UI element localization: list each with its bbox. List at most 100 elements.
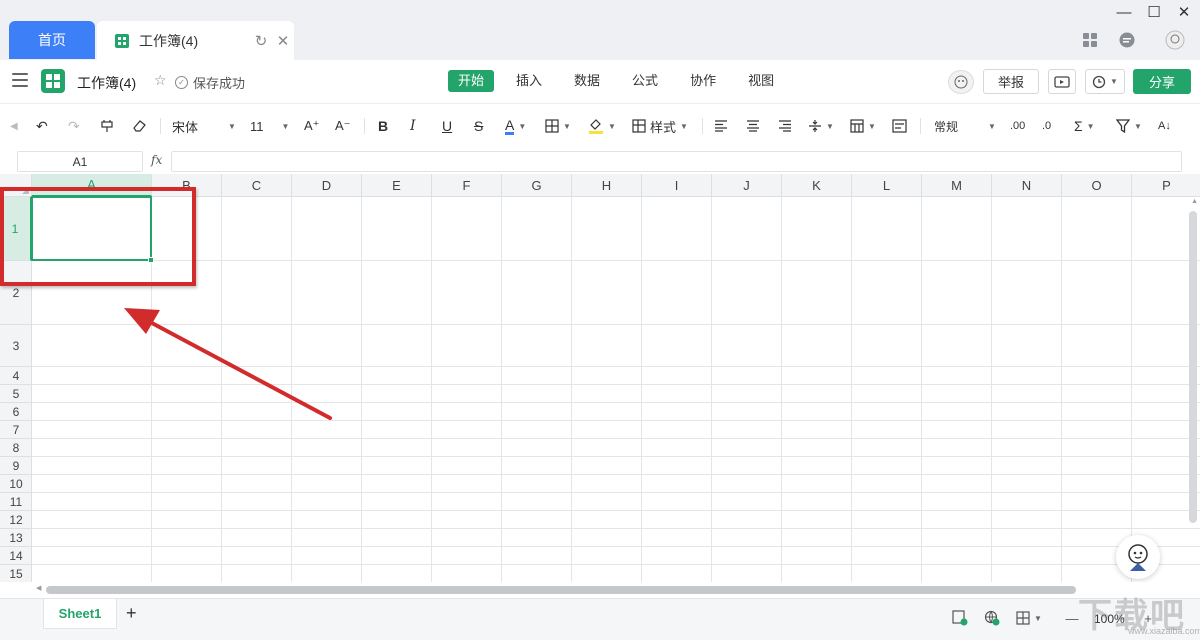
increase-font-size-icon[interactable]: A⁺ xyxy=(304,115,320,137)
font-color-button[interactable]: A ▼ xyxy=(505,115,526,137)
workbook-tab[interactable]: 工作簿(4) ↻ ✕ xyxy=(97,21,294,60)
row-header-12[interactable]: 12 xyxy=(0,511,32,529)
row-header-7[interactable]: 7 xyxy=(0,421,32,439)
column-header-d[interactable]: D xyxy=(292,174,362,197)
view-layout-button[interactable]: ▼ xyxy=(1014,609,1044,627)
document-header-bar: 工作簿(4) ☆ ✓ 保存成功 开始 插入 数据 公式 协作 视图 举报 ▼ 分… xyxy=(0,60,1200,104)
history-button[interactable]: ▼ xyxy=(1085,69,1125,94)
apps-grid-icon[interactable] xyxy=(1080,30,1100,50)
redo-icon[interactable]: ↷ xyxy=(68,115,80,137)
row-header-3[interactable]: 3 xyxy=(0,325,32,367)
sheet-check-icon[interactable] xyxy=(950,609,970,627)
align-left-icon[interactable] xyxy=(714,115,728,137)
globe-check-icon[interactable] xyxy=(982,609,1002,627)
column-header-h[interactable]: H xyxy=(572,174,642,197)
tab-view[interactable]: 视图 xyxy=(738,70,784,92)
decrease-font-size-icon[interactable]: A⁻ xyxy=(335,115,351,137)
minimize-icon[interactable]: — xyxy=(1112,0,1136,24)
autosum-button[interactable]: Σ ▼ xyxy=(1074,115,1095,137)
tab-start[interactable]: 开始 xyxy=(448,70,495,92)
document-title[interactable]: 工作簿(4) xyxy=(77,73,136,93)
tab-collaborate[interactable]: 协作 xyxy=(680,70,726,92)
window-close-icon[interactable]: ✕ xyxy=(1172,0,1196,24)
strikethrough-icon[interactable]: S xyxy=(474,115,483,137)
format-painter-icon[interactable] xyxy=(100,115,114,137)
cell-name-box[interactable]: A1 xyxy=(17,151,143,172)
formula-bar: A1 fx xyxy=(0,148,1200,174)
close-icon[interactable]: ✕ xyxy=(272,30,294,52)
assistant-avatar[interactable] xyxy=(1116,535,1160,579)
column-header-f[interactable]: F xyxy=(432,174,502,197)
font-family-select[interactable]: 宋体 ▼ xyxy=(172,115,236,137)
fill-color-button[interactable]: ▼ xyxy=(588,115,616,137)
column-header-o[interactable]: O xyxy=(1062,174,1132,197)
column-header-e[interactable]: E xyxy=(362,174,432,197)
chat-bubble-icon[interactable] xyxy=(1117,30,1137,50)
share-button[interactable]: 分享 xyxy=(1133,69,1191,94)
bold-icon[interactable]: B xyxy=(378,115,388,137)
cell-area[interactable] xyxy=(31,196,1200,582)
scroll-left-icon[interactable]: ◀ xyxy=(36,584,41,592)
collaborator-avatar[interactable] xyxy=(948,70,974,94)
row-header-10[interactable]: 10 xyxy=(0,475,32,493)
home-tab[interactable]: 首页 xyxy=(9,21,95,59)
align-center-icon[interactable] xyxy=(746,115,760,137)
borders-button[interactable]: ▼ xyxy=(545,115,571,137)
formula-input[interactable] xyxy=(171,151,1182,172)
maximize-icon[interactable]: ☐ xyxy=(1142,0,1166,24)
grid-col-line xyxy=(1131,197,1132,582)
undo-icon[interactable]: ↶ xyxy=(36,115,48,137)
column-header-i[interactable]: I xyxy=(642,174,712,197)
align-right-icon[interactable] xyxy=(778,115,792,137)
chevron-down-icon: ▼ xyxy=(826,121,834,131)
row-header-4[interactable]: 4 xyxy=(0,367,32,385)
user-avatar-icon[interactable] xyxy=(1164,30,1186,50)
tab-insert[interactable]: 插入 xyxy=(506,70,552,92)
column-header-c[interactable]: C xyxy=(222,174,292,197)
cell-style-button[interactable]: 样式 ▼ xyxy=(632,115,688,137)
tab-formula[interactable]: 公式 xyxy=(622,70,668,92)
decrease-decimal-icon[interactable]: .0 xyxy=(1042,115,1051,137)
row-header-13[interactable]: 13 xyxy=(0,529,32,547)
italic-icon[interactable]: I xyxy=(410,115,416,137)
merge-cells-button[interactable]: ▼ xyxy=(850,115,876,137)
number-format-select[interactable]: 常规 ▼ xyxy=(934,115,998,137)
sort-icon[interactable]: A↓ xyxy=(1158,115,1171,137)
filter-button[interactable]: ▼ xyxy=(1116,115,1142,137)
row-header-9[interactable]: 9 xyxy=(0,457,32,475)
row-header-5[interactable]: 5 xyxy=(0,385,32,403)
underline-icon[interactable]: U xyxy=(442,115,452,137)
column-header-j[interactable]: J xyxy=(712,174,782,197)
menu-icon[interactable] xyxy=(12,73,28,87)
row-header-6[interactable]: 6 xyxy=(0,403,32,421)
report-button[interactable]: 举报 xyxy=(983,69,1039,94)
vertical-align-button[interactable]: ▼ xyxy=(808,115,834,137)
grid-row-line xyxy=(32,384,1200,385)
column-header-l[interactable]: L xyxy=(852,174,922,197)
fx-icon[interactable]: fx xyxy=(151,153,162,167)
eraser-icon[interactable] xyxy=(132,115,147,137)
star-icon[interactable]: ☆ xyxy=(154,72,167,89)
scroll-up-icon[interactable]: ▲ xyxy=(1191,198,1198,205)
toolbar-scroll-left-icon[interactable]: ◀ xyxy=(10,115,18,137)
font-size-select[interactable]: 11 ▼ xyxy=(250,115,290,137)
add-sheet-icon[interactable]: + xyxy=(126,603,137,624)
row-header-8[interactable]: 8 xyxy=(0,439,32,457)
column-header-p[interactable]: P xyxy=(1132,174,1200,197)
column-header-m[interactable]: M xyxy=(922,174,992,197)
row-header-14[interactable]: 14 xyxy=(0,547,32,565)
vertical-scrollbar[interactable] xyxy=(1189,211,1197,523)
sheet-tab[interactable]: Sheet1 xyxy=(43,599,117,629)
row-header-11[interactable]: 11 xyxy=(0,493,32,511)
horizontal-scrollbar[interactable] xyxy=(46,586,1076,594)
column-header-n[interactable]: N xyxy=(992,174,1062,197)
refresh-icon[interactable]: ↻ xyxy=(250,30,272,52)
wrap-text-icon[interactable] xyxy=(892,115,907,137)
increase-decimal-icon[interactable]: .00 xyxy=(1010,115,1025,137)
video-record-button[interactable] xyxy=(1048,69,1076,94)
row-header-15[interactable]: 15 xyxy=(0,565,32,582)
column-header-k[interactable]: K xyxy=(782,174,852,197)
font-size-value: 11 xyxy=(250,118,264,134)
tab-data[interactable]: 数据 xyxy=(564,70,610,92)
column-header-g[interactable]: G xyxy=(502,174,572,197)
